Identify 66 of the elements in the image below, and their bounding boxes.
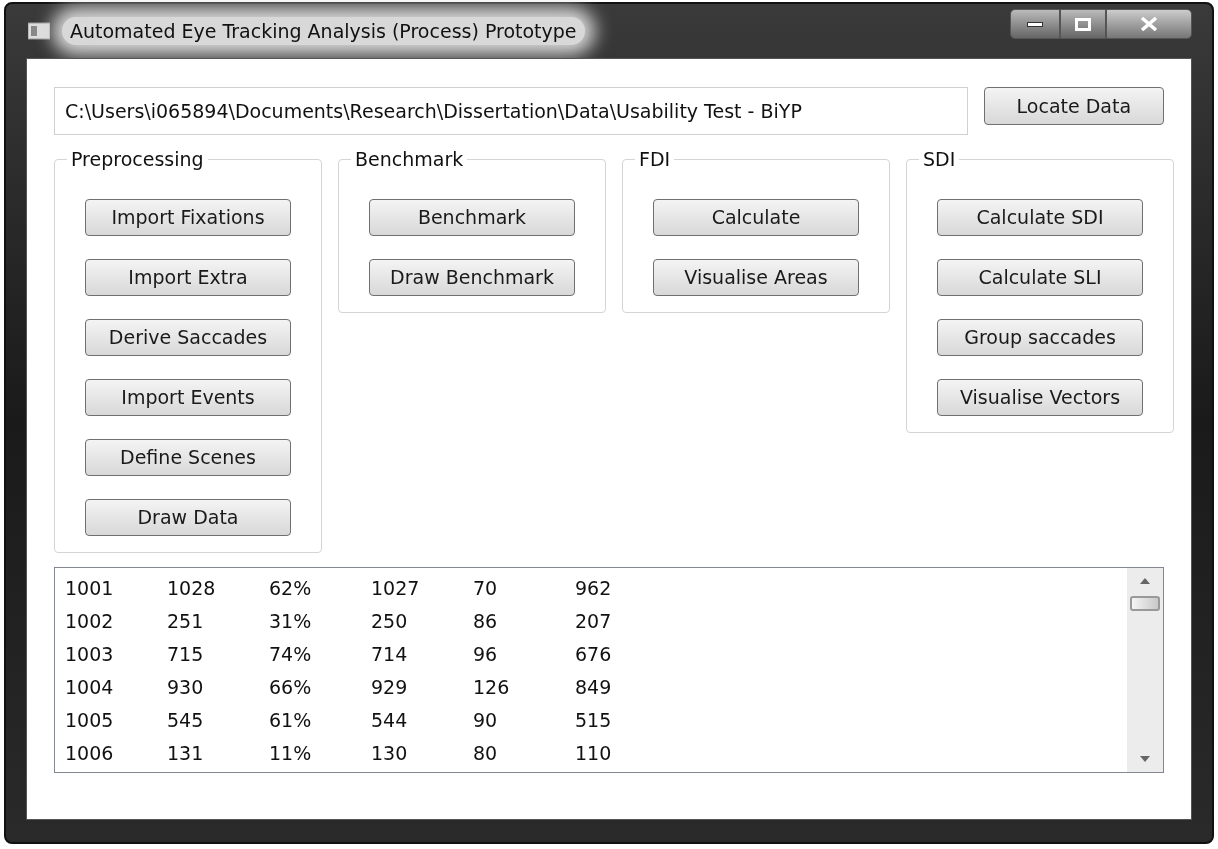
close-button[interactable]: [1106, 9, 1192, 39]
result-cell-text: 11%: [269, 740, 313, 766]
result-cell-text: 207: [575, 608, 613, 634]
result-cell-text: 1005: [65, 707, 115, 733]
result-cell-text: 1002: [65, 608, 115, 634]
result-cell-text: 251: [167, 608, 205, 634]
action-button[interactable]: Import Fixations: [85, 198, 291, 236]
result-cell-text: 544: [371, 707, 409, 733]
result-cell-text: 1006: [65, 740, 115, 766]
action-button[interactable]: Draw Data: [85, 498, 291, 536]
minimize-button[interactable]: [1010, 9, 1060, 39]
result-cell-text: 74%: [269, 641, 313, 667]
scroll-up-icon: [1140, 577, 1150, 584]
result-cell-text: 66%: [269, 674, 313, 700]
group-title: SDI: [922, 147, 957, 172]
result-cell-text: 676: [575, 641, 613, 667]
result-cell-text: 515: [575, 707, 613, 733]
path-field[interactable]: C:\Users\i065894\Documents\Research\Dissertation\Data\Usability Test - BiYP: [54, 87, 968, 135]
locate-data-button[interactable]: Locate Data: [983, 87, 1164, 125]
result-cell-text: 714: [371, 641, 409, 667]
result-cell-text: 1001: [65, 575, 115, 601]
result-cell-text: 1027: [371, 575, 421, 601]
result-cell-text: 86: [473, 608, 499, 634]
result-cell-text: 96: [473, 641, 499, 667]
scroll-thumb[interactable]: [1130, 595, 1160, 611]
app-icon: [28, 22, 50, 40]
result-cell-text: 250: [371, 608, 409, 634]
scrollbar[interactable]: [1127, 567, 1163, 772]
group-title: Preprocessing: [70, 147, 205, 172]
result-cell-text: 962: [575, 575, 613, 601]
action-button[interactable]: Benchmark: [369, 198, 575, 236]
result-cell-text: 61%: [269, 707, 313, 733]
result-cell-text: 930: [167, 674, 205, 700]
action-button[interactable]: Calculate SLI: [937, 258, 1143, 296]
result-cell-text: 131: [167, 740, 205, 766]
result-cell-text: 1028: [167, 575, 217, 601]
result-cell-text: 70: [473, 575, 499, 601]
action-button[interactable]: Draw Benchmark: [369, 258, 575, 296]
close-icon: [1140, 17, 1158, 31]
result-cell-text: 62%: [269, 575, 313, 601]
result-cell-text: 90: [473, 707, 499, 733]
result-cell-text: 545: [167, 707, 205, 733]
action-button[interactable]: Calculate SDI: [937, 198, 1143, 236]
group-title: Benchmark: [354, 147, 465, 172]
maximize-button[interactable]: [1060, 9, 1106, 39]
action-button[interactable]: Import Extra: [85, 258, 291, 296]
action-button[interactable]: Visualise Areas: [653, 258, 859, 296]
result-cell-text: 849: [575, 674, 613, 700]
result-cell-text: 80: [473, 740, 499, 766]
result-cell-text: 126: [473, 674, 511, 700]
scroll-down-icon: [1140, 755, 1150, 762]
result-cell-text: 110: [575, 740, 613, 766]
result-cell-text: 1003: [65, 641, 115, 667]
result-cell-text: 715: [167, 641, 205, 667]
group-title: FDI: [638, 147, 672, 172]
window-title: Automated Eye Tracking Analysis (Process) Prototype: [62, 16, 585, 46]
result-cell-text: 929: [371, 674, 409, 700]
action-button[interactable]: Import Events: [85, 378, 291, 416]
action-button[interactable]: Calculate: [653, 198, 859, 236]
action-button[interactable]: Derive Saccades: [85, 318, 291, 356]
action-button[interactable]: Group saccades: [937, 318, 1143, 356]
action-button[interactable]: Visualise Vectors: [937, 378, 1143, 416]
result-cell-text: 31%: [269, 608, 313, 634]
result-cell-text: 1004: [65, 674, 115, 700]
action-button[interactable]: Define Scenes: [85, 438, 291, 476]
result-cell-text: 130: [371, 740, 409, 766]
